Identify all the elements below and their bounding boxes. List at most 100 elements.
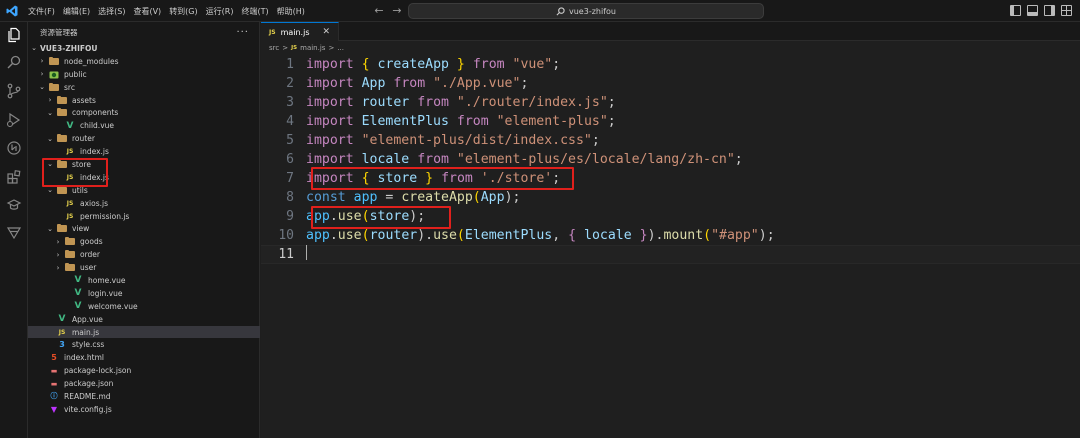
tree-item-label: index.js bbox=[80, 172, 109, 182]
tree-folder-order[interactable]: › order bbox=[28, 248, 260, 261]
line-number: 5 bbox=[286, 133, 294, 148]
chevron-right-icon: › bbox=[40, 57, 44, 66]
explorer-sidebar: 资源管理器 ··· ⌄ VUE3-ZHIFOU › node_modules ›… bbox=[28, 22, 260, 438]
explorer-icon[interactable] bbox=[6, 27, 22, 43]
chevron-down-icon: ⌄ bbox=[47, 186, 53, 195]
line-number: 11 bbox=[278, 247, 294, 262]
vue-file-icon: V bbox=[58, 314, 66, 325]
tree-file-child-vue[interactable]: › V child.vue bbox=[28, 119, 260, 132]
tree-folder-src[interactable]: ⌄ src bbox=[28, 81, 260, 94]
folder-icon bbox=[48, 56, 60, 66]
menu-file[interactable]: 文件(F) bbox=[24, 6, 59, 17]
tab-main-js[interactable]: JS main.js ✕ bbox=[261, 22, 340, 41]
customize-layout-icon[interactable] bbox=[1061, 5, 1072, 16]
extensions-icon[interactable] bbox=[6, 169, 22, 185]
menu-selection[interactable]: 选择(S) bbox=[94, 6, 129, 17]
tree-file-style-css[interactable]: › 3 style.css bbox=[28, 338, 260, 351]
testing-icon[interactable] bbox=[6, 197, 22, 213]
menu-go[interactable]: 转到(G) bbox=[165, 6, 201, 17]
toggle-secondary-sidebar-icon[interactable] bbox=[1044, 5, 1055, 16]
toggle-primary-sidebar-icon[interactable] bbox=[1010, 5, 1021, 16]
breadcrumb-file[interactable]: main.js bbox=[300, 44, 325, 52]
code-editor[interactable]: 1 import { createApp } from "vue"; 2 imp… bbox=[261, 55, 1080, 264]
tree-item-label: order bbox=[80, 250, 100, 260]
toggle-panel-icon[interactable] bbox=[1027, 5, 1038, 16]
tree-file-home-vue[interactable]: › V home.vue bbox=[28, 274, 260, 287]
menu-help[interactable]: 帮助(H) bbox=[273, 6, 309, 17]
vue-file-icon: V bbox=[66, 120, 74, 131]
menu-run[interactable]: 运行(R) bbox=[202, 6, 238, 17]
info-file-icon: ⓘ bbox=[50, 392, 58, 401]
menu-terminal[interactable]: 终端(T) bbox=[237, 6, 272, 17]
folder-icon bbox=[64, 250, 76, 259]
tree-file-login-vue[interactable]: › V login.vue bbox=[28, 287, 260, 300]
code-line: 2 import App from "./App.vue"; bbox=[261, 74, 1080, 93]
menu-view[interactable]: 查看(V) bbox=[129, 6, 165, 17]
workspace-root-label: VUE3-ZHIFOU bbox=[40, 43, 98, 53]
npm-file-icon: ▬ bbox=[50, 366, 58, 375]
tree-folder-components[interactable]: ⌄ components bbox=[28, 106, 260, 119]
more-actions-icon[interactable]: ··· bbox=[236, 27, 249, 38]
tree-folder-store[interactable]: ⌄ store bbox=[28, 158, 260, 171]
menu-bar: 文件(F) 编辑(E) 选择(S) 查看(V) 转到(G) 运行(R) 终端(T… bbox=[24, 0, 309, 22]
code-line: 5 import "element-plus/dist/index.css"; bbox=[261, 131, 1080, 150]
line-number: 8 bbox=[286, 190, 294, 205]
tree-folder-user[interactable]: › user bbox=[28, 261, 260, 274]
tree-folder-goods[interactable]: › goods bbox=[28, 235, 260, 248]
line-number: 7 bbox=[286, 171, 294, 186]
tree-item-label: welcome.vue bbox=[88, 301, 138, 311]
tree-root[interactable]: ⌄ VUE3-ZHIFOU bbox=[28, 42, 260, 55]
tree-file-app-vue[interactable]: › V App.vue bbox=[28, 313, 260, 326]
folder-icon bbox=[56, 108, 68, 117]
command-center-label: vue3-zhifou bbox=[569, 6, 616, 16]
tree-folder-node-modules[interactable]: › node_modules bbox=[28, 55, 260, 68]
search-icon[interactable] bbox=[6, 54, 22, 70]
tree-folder-public[interactable]: › public bbox=[28, 68, 260, 81]
folder-icon bbox=[64, 263, 76, 272]
chevron-right-icon: › bbox=[48, 96, 52, 104]
folder-icon bbox=[56, 134, 68, 143]
code-line: 9 app.use(store); bbox=[261, 207, 1080, 226]
back-arrow-icon[interactable]: ← bbox=[372, 4, 386, 18]
tree-file-vite-config[interactable]: › ▼ vite.config.js bbox=[28, 403, 260, 416]
file-tree: ⌄ VUE3-ZHIFOU › node_modules › public ⌄ … bbox=[28, 42, 260, 416]
tree-file-router-index[interactable]: › JS index.js bbox=[28, 145, 260, 158]
tree-file-main-js[interactable]: › JS main.js bbox=[28, 325, 260, 339]
tree-item-label: index.html bbox=[64, 353, 104, 363]
css-file-icon: 3 bbox=[59, 340, 65, 350]
js-file-icon: JS bbox=[66, 199, 74, 207]
tree-file-package-json[interactable]: › ▬ package.json bbox=[28, 377, 260, 390]
run-debug-icon[interactable] bbox=[6, 112, 22, 128]
tree-item-label: assets bbox=[72, 95, 96, 105]
tree-item-label: package-lock.json bbox=[64, 366, 132, 376]
js-file-icon: JS bbox=[291, 45, 298, 51]
js-file-icon: JS bbox=[66, 148, 74, 156]
tree-folder-assets[interactable]: › assets bbox=[28, 94, 260, 107]
gitlens-icon[interactable] bbox=[6, 225, 22, 241]
tree-file-axios[interactable]: › JS axios.js bbox=[28, 197, 260, 210]
breadcrumb-folder[interactable]: src bbox=[269, 44, 279, 52]
menu-edit[interactable]: 编辑(E) bbox=[59, 6, 94, 17]
tree-file-package-lock[interactable]: › ▬ package-lock.json bbox=[28, 364, 260, 377]
tree-file-permission[interactable]: › JS permission.js bbox=[28, 210, 260, 223]
code-line-active: 11 bbox=[261, 245, 1080, 264]
tree-file-index-html[interactable]: › 5 index.html bbox=[28, 351, 260, 364]
close-icon[interactable]: ✕ bbox=[322, 27, 330, 37]
command-center-search[interactable]: vue3-zhifou bbox=[408, 3, 764, 19]
source-control-icon[interactable] bbox=[6, 83, 22, 99]
tree-folder-utils[interactable]: ⌄ utils bbox=[28, 184, 260, 197]
tree-file-store-index[interactable]: › JS index.js bbox=[28, 171, 260, 184]
remote-explorer-icon[interactable] bbox=[6, 140, 22, 156]
tree-folder-view[interactable]: ⌄ view bbox=[28, 222, 260, 235]
forward-arrow-icon[interactable]: → bbox=[390, 4, 404, 18]
js-file-icon: JS bbox=[66, 173, 74, 181]
tree-item-label: vite.config.js bbox=[64, 404, 112, 414]
tree-item-label: package.json bbox=[64, 379, 114, 389]
breadcrumb-separator: > bbox=[328, 44, 335, 52]
code-line: 8 const app = createApp(App); bbox=[261, 188, 1080, 207]
folder-src-icon bbox=[48, 82, 60, 92]
breadcrumb-symbol[interactable]: ... bbox=[337, 44, 344, 52]
tree-file-welcome-vue[interactable]: › V welcome.vue bbox=[28, 300, 260, 313]
tree-file-readme[interactable]: › ⓘ README.md bbox=[28, 390, 260, 403]
tree-folder-router[interactable]: ⌄ router bbox=[28, 132, 260, 145]
